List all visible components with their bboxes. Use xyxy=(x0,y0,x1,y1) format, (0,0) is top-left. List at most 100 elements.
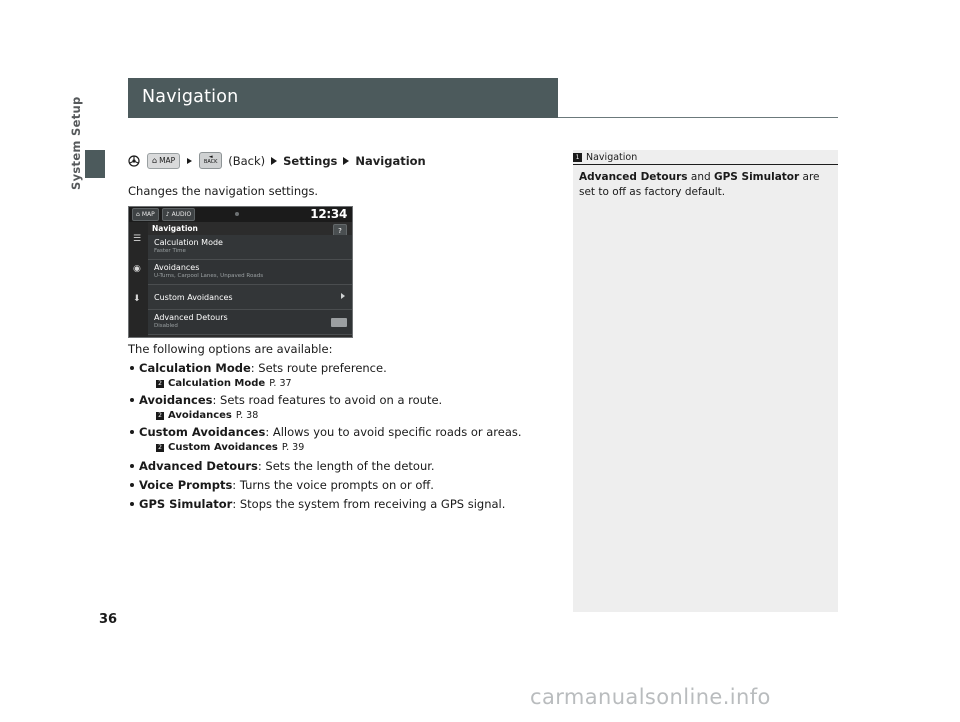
reference-icon: 2 xyxy=(156,411,164,420)
sidebar-note-panel: 1 Navigation Advanced Detours and GPS Si… xyxy=(573,150,838,612)
device-indicator-dot xyxy=(235,212,239,216)
option-avoidances: Avoidances: Sets road features to avoid … xyxy=(128,392,548,423)
note-term-2: GPS Simulator xyxy=(713,171,800,183)
reference-icon: 2 xyxy=(156,379,164,388)
option-desc: : Sets the length of the detour. xyxy=(257,459,435,473)
back-button-label: BACK xyxy=(203,159,218,166)
option-reference: 2 Custom Avoidances P. 39 xyxy=(128,440,548,455)
title-divider xyxy=(558,117,838,118)
sidebar-note-title: Navigation xyxy=(586,151,638,163)
reference-page: P. 37 xyxy=(269,378,292,389)
note-term-1: Advanced Detours xyxy=(579,171,688,183)
breadcrumb: ⌂ MAP ◄ BACK (Back) Settings Navigation xyxy=(128,152,426,169)
device-screen-title: Navigation xyxy=(152,224,198,233)
reference-label: Custom Avoidances xyxy=(168,442,278,453)
bullet-dot xyxy=(130,398,134,402)
device-map-tab-label: MAP xyxy=(141,211,155,218)
page-number: 36 xyxy=(99,612,118,627)
breadcrumb-arrow-1 xyxy=(187,157,193,164)
back-button-pill[interactable]: ◄ BACK xyxy=(199,152,223,169)
page-title-bar: Navigation xyxy=(128,78,558,118)
bullet-dot xyxy=(130,366,134,370)
breadcrumb-arrow-2 xyxy=(271,156,278,165)
list-item[interactable]: Avoidances U-Turns, Carpool Lanes, Unpav… xyxy=(148,260,352,285)
toggle-switch[interactable] xyxy=(331,318,347,327)
pin-icon[interactable]: ⬇ xyxy=(133,294,141,304)
option-desc: : Turns the voice prompts on or off. xyxy=(232,478,434,492)
device-audio-tab-label: AUDIO xyxy=(171,211,192,218)
option-line: Voice Prompts: Turns the voice prompts o… xyxy=(128,477,548,493)
bullet-dot xyxy=(130,502,134,506)
option-desc: : Sets road features to avoid on a route… xyxy=(212,393,443,407)
chevron-right-icon xyxy=(341,293,345,299)
location-icon[interactable]: ◉ xyxy=(133,264,141,274)
bullet-dot xyxy=(130,464,134,468)
note-icon: 1 xyxy=(573,152,582,162)
reference-label: Avoidances xyxy=(168,410,232,421)
option-reference: 2 Avoidances P. 38 xyxy=(128,408,548,423)
reference-label: Calculation Mode xyxy=(168,378,266,389)
map-button-pill[interactable]: ⌂ MAP xyxy=(147,152,181,169)
back-label: (Back) xyxy=(228,153,266,168)
option-voice-prompts: Voice Prompts: Turns the voice prompts o… xyxy=(128,477,548,493)
reference-icon: 2 xyxy=(156,443,164,452)
section-tab-marker xyxy=(85,150,105,178)
device-audio-tab[interactable]: ♪ AUDIO xyxy=(161,208,196,221)
map-button-label: MAP xyxy=(159,156,176,165)
list-item[interactable]: Custom Avoidances xyxy=(148,285,352,310)
device-map-tab[interactable]: ⌂ MAP xyxy=(132,208,159,221)
options-list: Calculation Mode: Sets route preference.… xyxy=(128,360,548,513)
steering-wheel-icon xyxy=(128,154,140,168)
reference-page: P. 39 xyxy=(281,442,305,453)
option-desc: : Sets route preference. xyxy=(250,361,387,375)
list-item-label: Advanced Detours xyxy=(154,313,228,322)
option-name: Voice Prompts xyxy=(139,478,233,492)
option-desc: : Allows you to avoid specific roads or … xyxy=(265,425,522,439)
option-reference: 2 Calculation Mode P. 37 xyxy=(128,376,548,391)
device-side-rail: ☰ ◉ ⬇ xyxy=(129,222,148,337)
device-settings-list: Calculation Mode Faster Time Avoidances … xyxy=(148,235,352,337)
list-item[interactable]: Advanced Detours Disabled xyxy=(148,310,352,335)
home-icon: ⌂ xyxy=(152,156,158,165)
breadcrumb-navigation: Navigation xyxy=(355,153,426,168)
option-line: Custom Avoidances: Allows you to avoid s… xyxy=(128,424,548,440)
option-desc: : Stops the system from receiving a GPS … xyxy=(232,497,506,511)
sidebar-note-body: Advanced Detours and GPS Simulator are s… xyxy=(579,170,829,200)
option-line: GPS Simulator: Stops the system from rec… xyxy=(128,496,548,512)
home-icon: ⌂ xyxy=(136,211,140,218)
list-item-sub: Faster Time xyxy=(154,248,186,254)
reference-page: P. 38 xyxy=(235,410,259,421)
section-tab-label: System Setup xyxy=(69,96,83,190)
option-line: Calculation Mode: Sets route preference. xyxy=(128,360,548,376)
note-connector: and xyxy=(687,171,714,183)
option-calculation-mode: Calculation Mode: Sets route preference.… xyxy=(128,360,548,391)
music-note-icon: ♪ xyxy=(165,211,170,218)
list-item-sub: U-Turns, Carpool Lanes, Unpaved Roads xyxy=(154,273,264,279)
option-name: Calculation Mode xyxy=(139,361,251,375)
menu-icon[interactable]: ☰ xyxy=(133,234,141,244)
option-name: Avoidances xyxy=(139,393,213,407)
option-name: Advanced Detours xyxy=(139,459,258,473)
list-item-sub: Disabled xyxy=(154,323,178,329)
bullet-dot xyxy=(130,430,134,434)
list-item[interactable]: Calculation Mode Faster Time xyxy=(148,235,352,260)
option-gps-simulator: GPS Simulator: Stops the system from rec… xyxy=(128,496,548,512)
device-clock: 12:34 xyxy=(310,207,347,221)
bullet-dot xyxy=(130,483,134,487)
device-status-bar: ⌂ MAP ♪ AUDIO 12:34 xyxy=(129,207,352,222)
list-item-label: Custom Avoidances xyxy=(154,293,233,302)
breadcrumb-arrow-3 xyxy=(343,156,350,165)
option-line: Advanced Detours: Sets the length of the… xyxy=(128,458,548,474)
options-intro-text: The following options are available: xyxy=(128,342,333,356)
option-name: GPS Simulator xyxy=(139,497,233,511)
list-item-label: Avoidances xyxy=(154,263,200,272)
option-line: Avoidances: Sets road features to avoid … xyxy=(128,392,548,408)
breadcrumb-settings: Settings xyxy=(283,153,338,168)
device-screenshot: ⌂ MAP ♪ AUDIO 12:34 Navigation ? ☰ ◉ ⬇ C… xyxy=(128,206,353,338)
page-title: Navigation xyxy=(142,87,239,107)
document-page: Navigation System Setup ⌂ MAP ◄ BACK (Ba… xyxy=(0,0,960,722)
option-advanced-detours: Advanced Detours: Sets the length of the… xyxy=(128,458,548,474)
option-custom-avoidances: Custom Avoidances : Allows you to avoid s… xyxy=(128,424,548,455)
sidebar-note-header: 1 Navigation xyxy=(573,150,838,165)
list-item-label: Calculation Mode xyxy=(154,238,223,247)
